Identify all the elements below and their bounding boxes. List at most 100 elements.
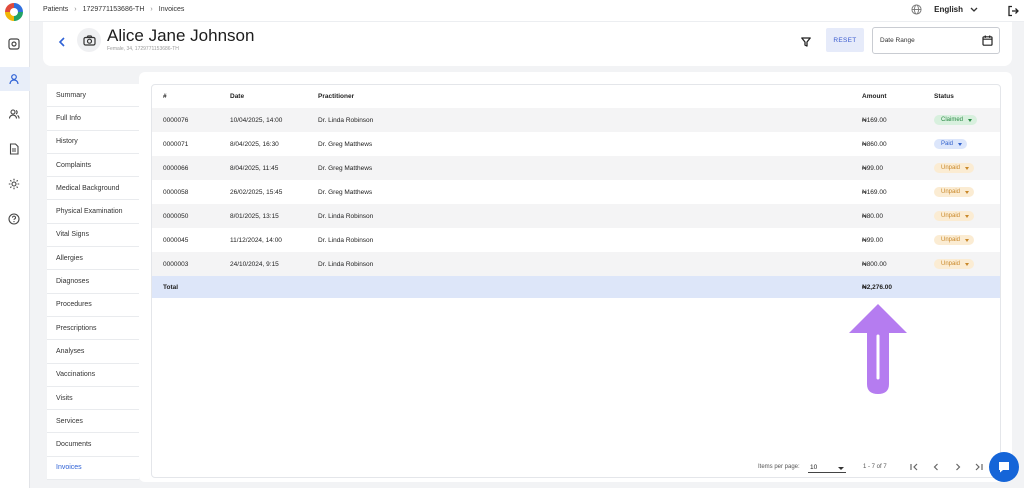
help-icon[interactable] — [7, 212, 21, 226]
total-empty-cell — [934, 276, 1000, 298]
sidebar-item-services[interactable]: Services — [47, 410, 139, 434]
dropdown-triangle-icon — [968, 118, 973, 122]
invoice-date: 8/04/2025, 11:45 — [230, 156, 318, 180]
date-range-input[interactable]: Date Range — [872, 27, 1000, 54]
chat-button[interactable] — [989, 452, 1019, 482]
sidebar-item-analyses[interactable]: Analyses — [47, 340, 139, 364]
invoice-date: 26/02/2025, 15:45 — [230, 188, 283, 196]
invoice-practitioner: Dr. Greg Matthews — [318, 140, 373, 148]
status-badge[interactable]: Unpaid — [934, 187, 975, 197]
status-label: Unpaid — [941, 261, 961, 267]
chat-icon — [999, 462, 1009, 473]
table-row[interactable]: 0000003 24/10/2024, 9:15 Dr. Linda Robinso… — [152, 252, 1000, 276]
status-label: Claimed — [941, 117, 964, 123]
breadcrumb-patient-id[interactable]: 1729771153686-TH — [83, 6, 145, 13]
sidebar-item-medical-background[interactable]: Medical Background — [47, 177, 139, 201]
invoice-date: 8/01/2025, 13:15 — [230, 204, 318, 228]
logout-icon[interactable] — [1007, 4, 1019, 22]
date-range-placeholder: Date Range — [880, 37, 915, 44]
sidebar-item-vaccinations[interactable]: Vaccinations — [47, 364, 139, 387]
table-row[interactable]: 0000076 10/04/2025, 14:00 Dr. Linda Robins… — [152, 108, 1000, 132]
dropdown-triangle-icon — [965, 214, 970, 218]
status-label: Unpaid — [941, 189, 961, 195]
sidebar-item-documents[interactable]: Documents — [47, 433, 139, 457]
invoice-practitioner: Dr. Linda Robinson — [318, 204, 862, 228]
sidebar-item-complaints[interactable]: Complaints — [47, 154, 139, 178]
table-row[interactable]: 0000066 8/04/2025, 11:45 Dr. Greg Matthews… — [152, 156, 1000, 180]
patient-avatar[interactable] — [77, 28, 101, 52]
invoice-number: 0000076 — [152, 108, 230, 132]
table-header-row: # Date Practitioner Amount Status — [152, 85, 1000, 108]
sidebar-item-visits[interactable]: Visits — [47, 387, 139, 411]
language-selector[interactable]: English — [911, 4, 978, 15]
status-cell: Paid — [934, 132, 1000, 156]
calendar-icon[interactable] — [982, 35, 993, 46]
items-per-page-label: Items per page: — [758, 464, 800, 470]
table-row[interactable]: 0000050 8/01/2025, 13:15 Dr. Linda Robinso… — [152, 204, 1000, 228]
invoice-number: 0000066 — [152, 156, 230, 180]
invoice-date: 8/04/2025, 16:30 — [230, 140, 279, 148]
dropdown-triangle-icon — [965, 190, 970, 194]
status-cell: Unpaid — [934, 156, 1000, 180]
status-cell: Unpaid — [934, 204, 1000, 228]
sidebar-item-physical-examination[interactable]: Physical Examination — [47, 200, 139, 224]
sidebar-item-invoices[interactable]: Invoices — [47, 456, 139, 481]
sidebar-item-prescriptions[interactable]: Prescriptions — [47, 317, 139, 341]
chevron-down-icon — [970, 7, 978, 12]
pagination: Items per page: 10 1 - 7 of 7 — [152, 457, 1000, 477]
invoice-date: 24/10/2024, 9:15 — [230, 252, 318, 276]
total-empty-cell — [230, 276, 318, 298]
sidebar-item-history[interactable]: History — [47, 131, 139, 154]
patient-header: Alice Jane Johnson Female, 34, 172977115… — [43, 22, 1012, 66]
last-page-icon[interactable] — [974, 462, 984, 472]
users-icon[interactable] — [7, 107, 21, 121]
status-label: Paid — [941, 141, 954, 147]
sidebar-item-vital-signs[interactable]: Vital Signs — [47, 224, 139, 248]
status-label: Unpaid — [941, 213, 961, 219]
invoice-amount: ₦99.00 — [862, 156, 934, 180]
chevron-right-icon: › — [150, 6, 153, 13]
sidebar-item-allergies[interactable]: Allergies — [47, 247, 139, 271]
status-cell: Unpaid — [934, 252, 1000, 276]
table-row[interactable]: 0000058 26/02/2025, 15:45 Dr. Greg Matthew… — [152, 180, 1000, 204]
total-empty-cell — [318, 276, 862, 298]
patient-icon[interactable] — [7, 72, 21, 86]
dashboard-icon[interactable] — [7, 37, 21, 51]
column-header-status: Status — [934, 93, 954, 100]
status-badge[interactable]: Unpaid — [934, 211, 975, 221]
status-cell: Unpaid — [934, 228, 1000, 252]
status-badge[interactable]: Paid — [934, 139, 968, 149]
breadcrumb-patients[interactable]: Patients — [43, 6, 68, 13]
first-page-icon[interactable] — [909, 462, 919, 472]
status-badge[interactable]: Unpaid — [934, 163, 975, 173]
reset-button[interactable]: RESET — [826, 28, 864, 52]
sidebar-item-full-info[interactable]: Full Info — [47, 107, 139, 131]
status-badge[interactable]: Unpaid — [934, 259, 975, 269]
status-cell: Unpaid — [934, 180, 1000, 204]
app-logo-icon[interactable] — [5, 3, 23, 21]
invoices-table-container: # Date Practitioner Amount Status 000007… — [151, 84, 1001, 478]
settings-icon[interactable] — [7, 177, 21, 191]
invoices-table: # Date Practitioner Amount Status 000007… — [152, 85, 1000, 298]
next-page-icon[interactable] — [953, 462, 963, 472]
invoice-practitioner: Dr. Linda Robinson — [318, 236, 374, 244]
back-arrow-icon[interactable] — [57, 34, 67, 52]
sidebar-item-procedures[interactable]: Procedures — [47, 294, 139, 317]
dropdown-triangle-icon — [965, 238, 970, 242]
filter-icon[interactable] — [801, 34, 811, 52]
status-cell: Claimed — [934, 108, 1000, 132]
sidebar-item-summary[interactable]: Summary — [47, 84, 139, 108]
page-range: 1 - 7 of 7 — [863, 464, 887, 470]
table-row[interactable]: 0000071 8/04/2025, 16:30 Dr. Greg Matthews… — [152, 132, 1000, 156]
prev-page-icon[interactable] — [931, 462, 941, 472]
status-badge[interactable]: Unpaid — [934, 235, 975, 245]
items-per-page-select[interactable]: 10 — [808, 461, 846, 473]
invoice-amount: ₦169.00 — [862, 188, 887, 196]
invoice-number: 0000071 — [163, 140, 189, 148]
sidebar-item-diagnoses[interactable]: Diagnoses — [47, 270, 139, 294]
document-icon[interactable] — [7, 142, 21, 156]
status-badge[interactable]: Claimed — [934, 115, 978, 125]
invoice-number: 0000003 — [152, 252, 230, 276]
invoice-date: 11/12/2024, 14:00 — [230, 236, 282, 244]
table-row[interactable]: 0000045 11/12/2024, 14:00 Dr. Linda Robins… — [152, 228, 1000, 252]
